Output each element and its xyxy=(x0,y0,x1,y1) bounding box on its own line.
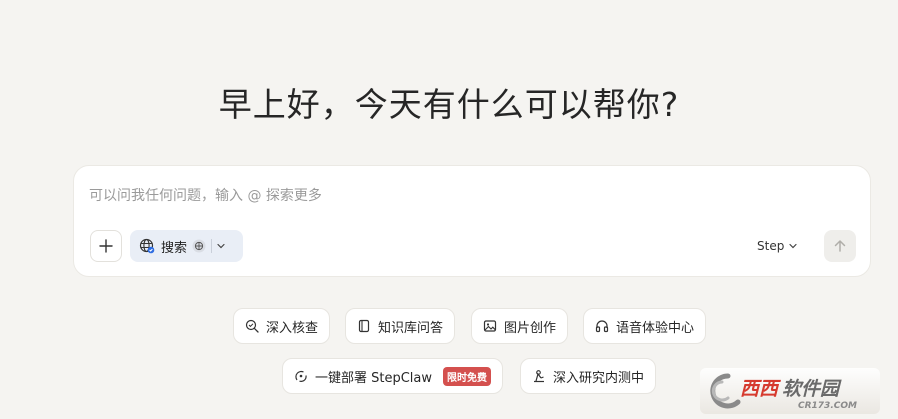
svg-text:软件园: 软件园 xyxy=(782,378,842,400)
chip-divider xyxy=(211,239,213,253)
chat-input[interactable] xyxy=(89,184,789,208)
watermark-logo: 西西 软件园 CR173.COM xyxy=(700,368,880,414)
chip-voice-center[interactable]: 语音体验中心 xyxy=(583,308,707,344)
chip-label: 图片创作 xyxy=(504,320,557,336)
chip-image-creation[interactable]: 图片创作 xyxy=(471,308,569,344)
chip-label: 深入核查 xyxy=(266,320,319,336)
send-button[interactable] xyxy=(824,230,856,262)
chat-composer: 搜索 Step xyxy=(73,165,871,277)
search-source-icon xyxy=(192,239,206,253)
attach-button[interactable] xyxy=(90,230,122,262)
search-toggle-button[interactable]: 搜索 xyxy=(130,230,243,262)
chip-deep-research[interactable]: 深入研究内测中 xyxy=(520,358,657,394)
chevron-down-icon xyxy=(789,243,797,249)
greeting-title: 早上好，今天有什么可以帮你? xyxy=(218,85,680,124)
chevron-down-icon[interactable] xyxy=(216,241,226,251)
book-icon xyxy=(358,319,370,333)
quick-actions-row-1: 深入核查 知识库问答 图片创作 语音体验中心 xyxy=(0,308,898,346)
research-icon xyxy=(534,370,544,383)
chip-deploy-stepclaw[interactable]: 一键部署 StepClaw 限时免费 xyxy=(282,358,504,394)
model-selector[interactable]: Step xyxy=(757,236,798,256)
magnify-check-icon xyxy=(245,319,259,333)
globe-icon xyxy=(139,238,155,254)
plus-icon xyxy=(99,239,113,253)
image-icon xyxy=(483,320,497,332)
search-label: 搜索 xyxy=(161,240,188,256)
model-label: Step xyxy=(757,239,785,253)
headphones-icon xyxy=(595,320,609,333)
chip-label: 一键部署 StepClaw xyxy=(315,370,433,386)
arrow-up-icon xyxy=(834,240,846,252)
limited-free-badge: 限时免费 xyxy=(443,366,492,386)
page: 早上好，今天有什么可以帮你? 搜索 xyxy=(0,0,898,419)
chip-deep-verify[interactable]: 深入核查 xyxy=(233,308,331,344)
chip-knowledge-qa[interactable]: 知识库问答 xyxy=(345,308,456,344)
svg-text:CR173.COM: CR173.COM xyxy=(798,401,857,411)
chip-label: 语音体验中心 xyxy=(616,320,695,336)
claw-icon xyxy=(295,370,307,382)
chip-label: 深入研究内测中 xyxy=(553,370,645,386)
svg-text:西西: 西西 xyxy=(740,378,781,400)
chip-label: 知识库问答 xyxy=(378,320,444,336)
